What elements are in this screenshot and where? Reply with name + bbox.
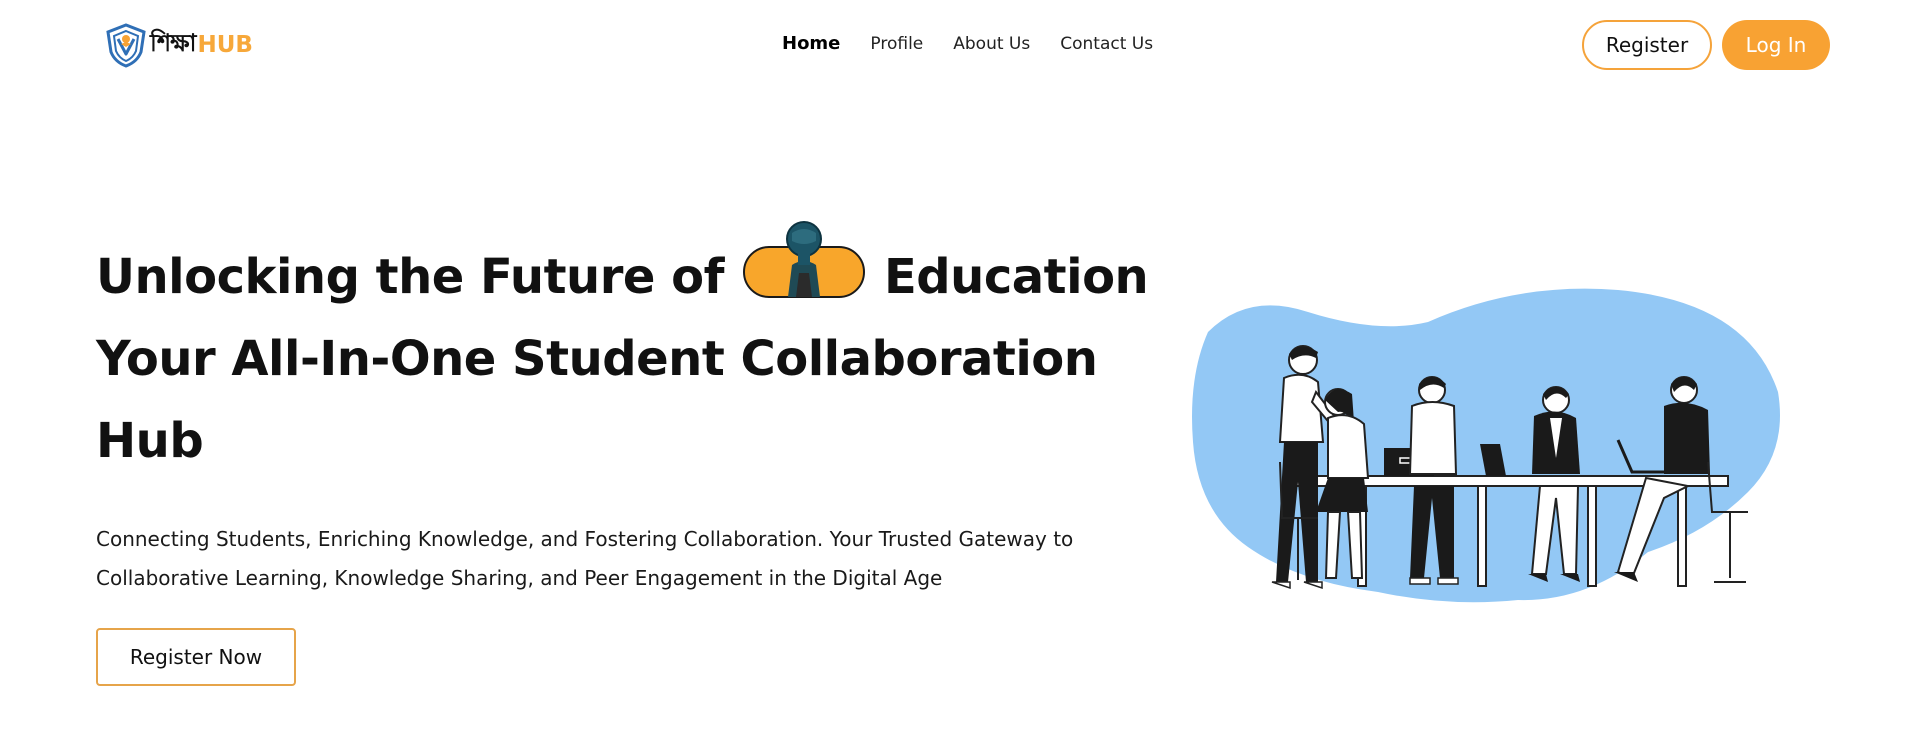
register-now-button[interactable]: Register Now — [96, 628, 296, 686]
nav-about-us[interactable]: About Us — [953, 34, 1030, 54]
logo-script-text: শিক্ষা — [150, 28, 196, 57]
hero-title-line-2: Your All-In-One Student Collaboration — [96, 331, 1098, 387]
nav-contact-us[interactable]: Contact Us — [1060, 34, 1153, 54]
page: শিক্ষা HUB Home Profile About Us Contact… — [0, 0, 1920, 741]
hero-title-part-a: Unlocking the Future of — [96, 249, 725, 305]
team-collaboration-illustration — [1192, 288, 1780, 603]
nav-profile[interactable]: Profile — [870, 34, 923, 54]
astronaut-pill-image — [742, 221, 866, 298]
logo-hub-text: HUB — [197, 32, 253, 58]
main-nav: Home Profile About Us Contact Us — [782, 33, 1153, 54]
login-button[interactable]: Log In — [1722, 20, 1830, 70]
hero-title-line-1: Unlocking the Future of Education — [96, 221, 1149, 318]
navbar: শিক্ষা HUB Home Profile About Us Contact… — [0, 0, 1920, 92]
hero-title: Unlocking the Future of Education Your A… — [96, 221, 1149, 482]
shield-logo-icon — [106, 23, 146, 68]
register-button[interactable]: Register — [1582, 20, 1712, 70]
hero-title-line-3: Hub — [96, 413, 204, 469]
hero-title-part-b: Education — [884, 249, 1149, 305]
logo[interactable]: শিক্ষা HUB — [104, 22, 253, 68]
hero-description: Connecting Students, Enriching Knowledge… — [96, 527, 1074, 590]
nav-home[interactable]: Home — [782, 33, 840, 54]
